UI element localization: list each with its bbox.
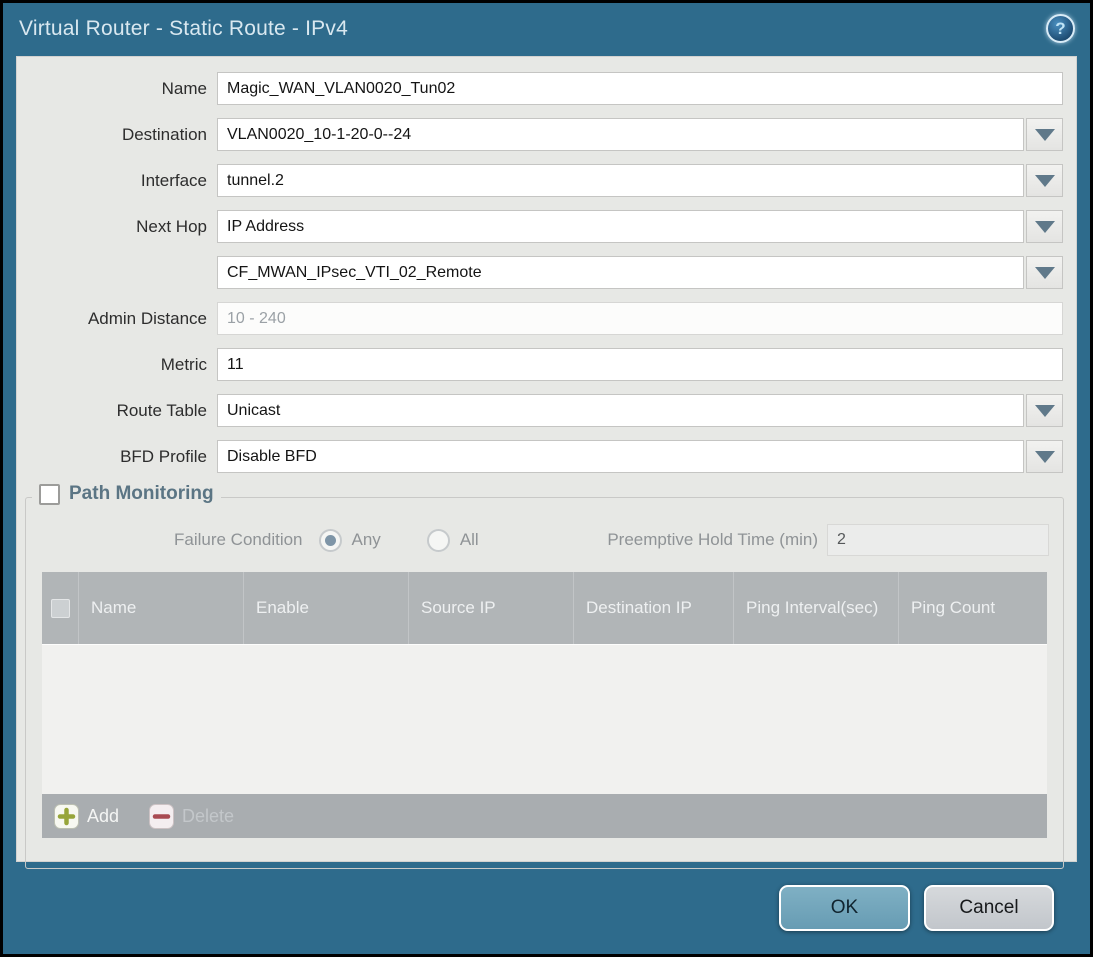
header-ping-count: Ping Count	[898, 572, 1047, 644]
dialog-footer: OK Cancel	[6, 865, 1087, 951]
path-monitoring-checkbox[interactable]	[39, 484, 60, 505]
dialog-window: Virtual Router - Static Route - IPv4 ? N…	[3, 3, 1090, 954]
table-toolbar: Add Delete	[42, 794, 1047, 838]
form-row-admin-distance: Admin Distance	[17, 302, 1063, 335]
header-enable: Enable	[243, 572, 408, 644]
destination-label: Destination	[17, 125, 217, 145]
bfd-profile-dropdown-button[interactable]	[1026, 440, 1063, 473]
path-monitoring-section: Path Monitoring Failure Condition Any Al…	[25, 497, 1064, 869]
title-bar: Virtual Router - Static Route - IPv4 ?	[3, 3, 1090, 54]
form-row-metric: Metric	[17, 348, 1063, 381]
delete-button[interactable]: Delete	[149, 804, 234, 829]
form-row-destination: Destination	[17, 118, 1063, 151]
interface-dropdown-button[interactable]	[1026, 164, 1063, 197]
chevron-down-icon	[1035, 129, 1055, 141]
help-icon[interactable]: ?	[1046, 14, 1075, 43]
chevron-down-icon	[1035, 405, 1055, 417]
route-table-input[interactable]	[217, 394, 1024, 427]
form-row-bfd-profile: BFD Profile	[17, 440, 1063, 473]
chevron-down-icon	[1035, 221, 1055, 233]
failure-condition-any-label: Any	[352, 530, 381, 550]
header-source-ip: Source IP	[408, 572, 573, 644]
failure-condition-label: Failure Condition	[174, 530, 303, 550]
name-label: Name	[17, 79, 217, 99]
failure-condition-all-label: All	[460, 530, 479, 550]
destination-dropdown-button[interactable]	[1026, 118, 1063, 151]
metric-input[interactable]	[217, 348, 1063, 381]
next-hop-address-dropdown-button[interactable]	[1026, 256, 1063, 289]
plus-icon	[54, 804, 79, 829]
preemptive-hold-time-input[interactable]	[827, 524, 1049, 556]
route-table-dropdown-button[interactable]	[1026, 394, 1063, 427]
next-hop-type-input[interactable]	[217, 210, 1024, 243]
name-input[interactable]	[217, 72, 1063, 105]
table-header-row: Name Enable Source IP Destination IP Pin…	[42, 572, 1047, 644]
failure-condition-row: Failure Condition Any All Preemptive Hol…	[26, 524, 1049, 556]
chevron-down-icon	[1035, 267, 1055, 279]
header-destination-ip: Destination IP	[573, 572, 733, 644]
chevron-down-icon	[1035, 175, 1055, 187]
add-button[interactable]: Add	[54, 804, 119, 829]
next-hop-address-input[interactable]	[217, 256, 1024, 289]
admin-distance-input[interactable]	[217, 302, 1063, 335]
interface-label: Interface	[17, 171, 217, 191]
dialog-body: Name Destination Interface Next Hop	[16, 56, 1077, 862]
add-button-label: Add	[87, 806, 119, 827]
path-monitoring-table: Name Enable Source IP Destination IP Pin…	[42, 572, 1047, 838]
select-all-checkbox[interactable]	[51, 599, 70, 618]
ok-button[interactable]: OK	[779, 885, 910, 931]
chevron-down-icon	[1035, 451, 1055, 463]
dialog-title: Virtual Router - Static Route - IPv4	[19, 17, 348, 41]
bfd-profile-label: BFD Profile	[17, 447, 217, 467]
form-row-interface: Interface	[17, 164, 1063, 197]
minus-icon	[149, 804, 174, 829]
bfd-profile-input[interactable]	[217, 440, 1024, 473]
next-hop-type-dropdown-button[interactable]	[1026, 210, 1063, 243]
path-monitoring-legend: Path Monitoring	[32, 483, 221, 505]
preemptive-hold-time-label: Preemptive Hold Time (min)	[607, 530, 818, 550]
admin-distance-label: Admin Distance	[17, 309, 217, 329]
cancel-button[interactable]: Cancel	[924, 885, 1054, 931]
path-monitoring-label: Path Monitoring	[69, 483, 214, 505]
header-name: Name	[78, 572, 243, 644]
next-hop-label: Next Hop	[17, 217, 217, 237]
header-checkbox-cell	[42, 572, 78, 644]
failure-condition-all-radio[interactable]	[427, 529, 450, 552]
failure-condition-any-radio[interactable]	[319, 529, 342, 552]
form-row-name: Name	[17, 72, 1063, 105]
interface-input[interactable]	[217, 164, 1024, 197]
metric-label: Metric	[17, 355, 217, 375]
form-row-route-table: Route Table	[17, 394, 1063, 427]
route-table-label: Route Table	[17, 401, 217, 421]
delete-button-label: Delete	[182, 806, 234, 827]
form-row-next-hop-address	[17, 256, 1063, 289]
form-row-next-hop: Next Hop	[17, 210, 1063, 243]
table-body-empty	[42, 644, 1047, 794]
destination-input[interactable]	[217, 118, 1024, 151]
header-ping-interval: Ping Interval(sec)	[733, 572, 898, 644]
